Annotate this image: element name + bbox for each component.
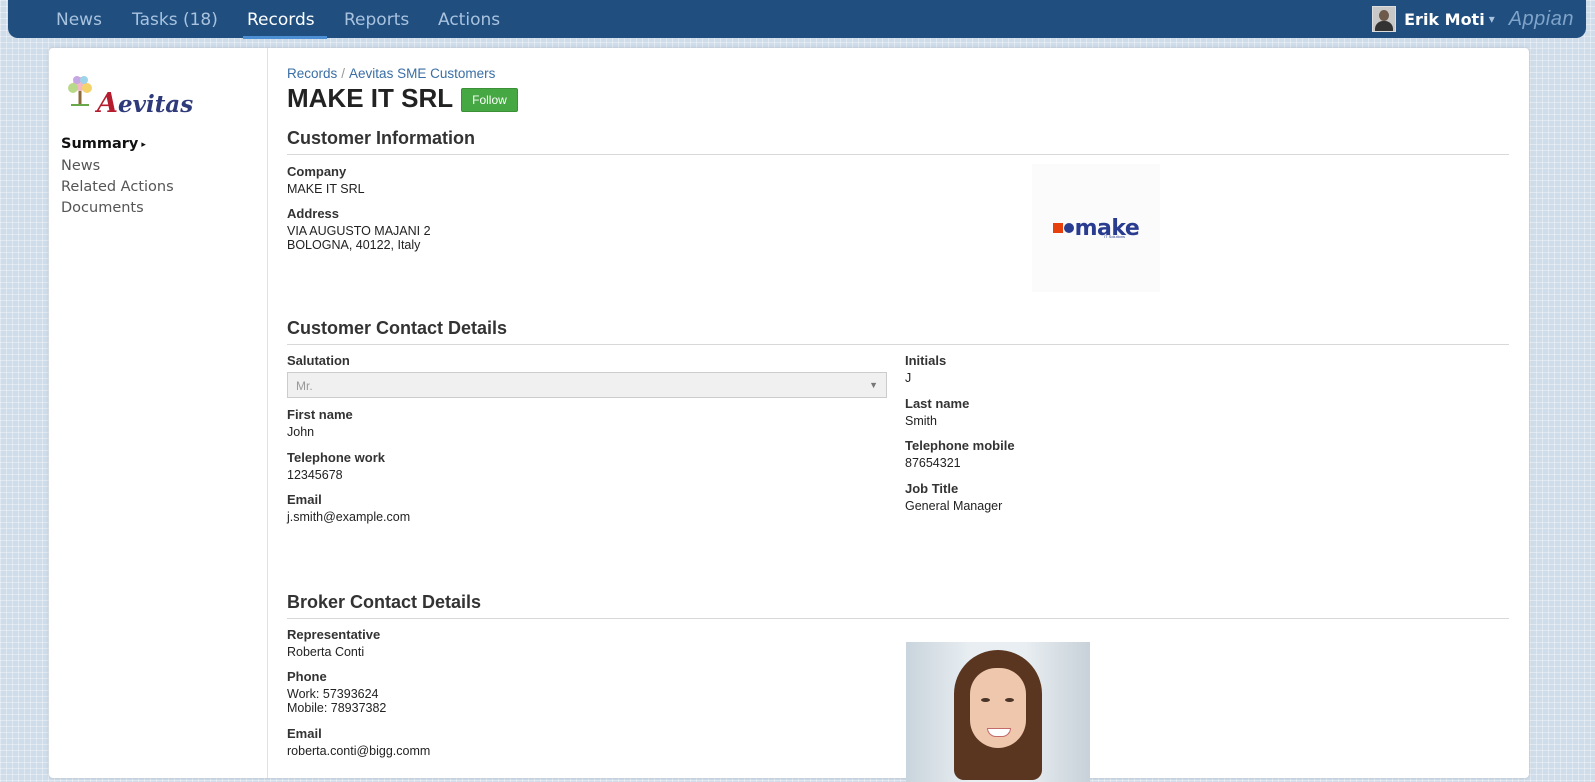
salutation-label-field: Salutation: [287, 353, 350, 368]
record-views-nav: Summary ▸ News Related Actions Documents: [61, 134, 174, 219]
address-field: Address VIA AUGUSTO MAJANI 2 BOLOGNA, 40…: [287, 206, 431, 252]
nav-news[interactable]: News: [56, 10, 102, 30]
logo-text: Aevitas: [97, 88, 194, 119]
record-card: Aevitas Summary ▸ News Related Actions Do…: [49, 48, 1529, 782]
salutation-dropdown[interactable]: Mr. ▼: [287, 372, 887, 398]
broker-email-field: Email roberta.conti@bigg.comm: [287, 726, 431, 758]
nav-records[interactable]: Records: [247, 10, 315, 30]
section-contact-details: Customer Contact Details: [287, 318, 1509, 345]
chevron-down-icon[interactable]: ▾: [1489, 12, 1495, 26]
user-name[interactable]: Erik Moti: [1404, 10, 1485, 29]
view-news[interactable]: News: [61, 156, 174, 177]
first-name-field: First name John: [287, 407, 353, 439]
company-field: Company MAKE IT SRL: [287, 164, 365, 196]
address-line1: VIA AUGUSTO MAJANI 2: [287, 224, 431, 238]
telephone-work-field: Telephone work 12345678: [287, 450, 385, 482]
arrow-right-icon: ▸: [141, 140, 146, 150]
email-field: Email j.smith@example.com: [287, 492, 411, 524]
view-summary[interactable]: Summary ▸: [61, 134, 174, 156]
section-broker-details: Broker Contact Details: [287, 592, 1509, 619]
user-menu[interactable]: Erik Moti ▾ Appian: [1372, 6, 1574, 32]
breadcrumb-records[interactable]: Records: [287, 66, 337, 81]
top-navigation-bar: News Tasks (18) Records Reports Actions …: [8, 0, 1586, 39]
active-tab-indicator: [243, 36, 327, 39]
title-row: MAKE IT SRL Follow: [287, 83, 518, 114]
breadcrumb: Records / Aevitas SME Customers: [287, 66, 496, 81]
representative-field: Representative Roberta Conti: [287, 627, 381, 659]
tree-icon: [68, 76, 92, 106]
section-customer-information: Customer Information: [287, 128, 1509, 155]
follow-button[interactable]: Follow: [461, 87, 518, 112]
view-related-actions[interactable]: Related Actions: [61, 177, 174, 198]
record-sidebar: Aevitas Summary ▸ News Related Actions Do…: [49, 48, 268, 778]
address-line2: BOLOGNA, 40122, Italy: [287, 238, 421, 252]
nav-reports[interactable]: Reports: [344, 10, 409, 30]
job-title-field: Job Title General Manager: [905, 481, 1003, 513]
last-name-field: Last name Smith: [905, 396, 970, 428]
user-avatar[interactable]: [1372, 6, 1397, 32]
appian-logo: Appian: [1508, 7, 1574, 30]
phone-field: Phone Work: 57393624 Mobile: 78937382: [287, 669, 387, 715]
initials-field: Initials J: [905, 353, 947, 385]
view-documents[interactable]: Documents: [61, 198, 174, 219]
chevron-down-icon: ▼: [869, 380, 878, 390]
nav-tasks[interactable]: Tasks (18): [132, 10, 218, 30]
breadcrumb-customers[interactable]: Aevitas SME Customers: [349, 66, 495, 81]
page-title: MAKE IT SRL: [287, 83, 454, 113]
company-value: MAKE IT SRL: [287, 182, 365, 196]
telephone-mobile-field: Telephone mobile 87654321: [905, 438, 1015, 470]
nav-actions[interactable]: Actions: [438, 10, 500, 30]
company-logo-image: make IT Solutions: [1032, 164, 1160, 292]
representative-photo: [906, 642, 1090, 782]
aevitas-logo: Aevitas: [65, 74, 195, 119]
